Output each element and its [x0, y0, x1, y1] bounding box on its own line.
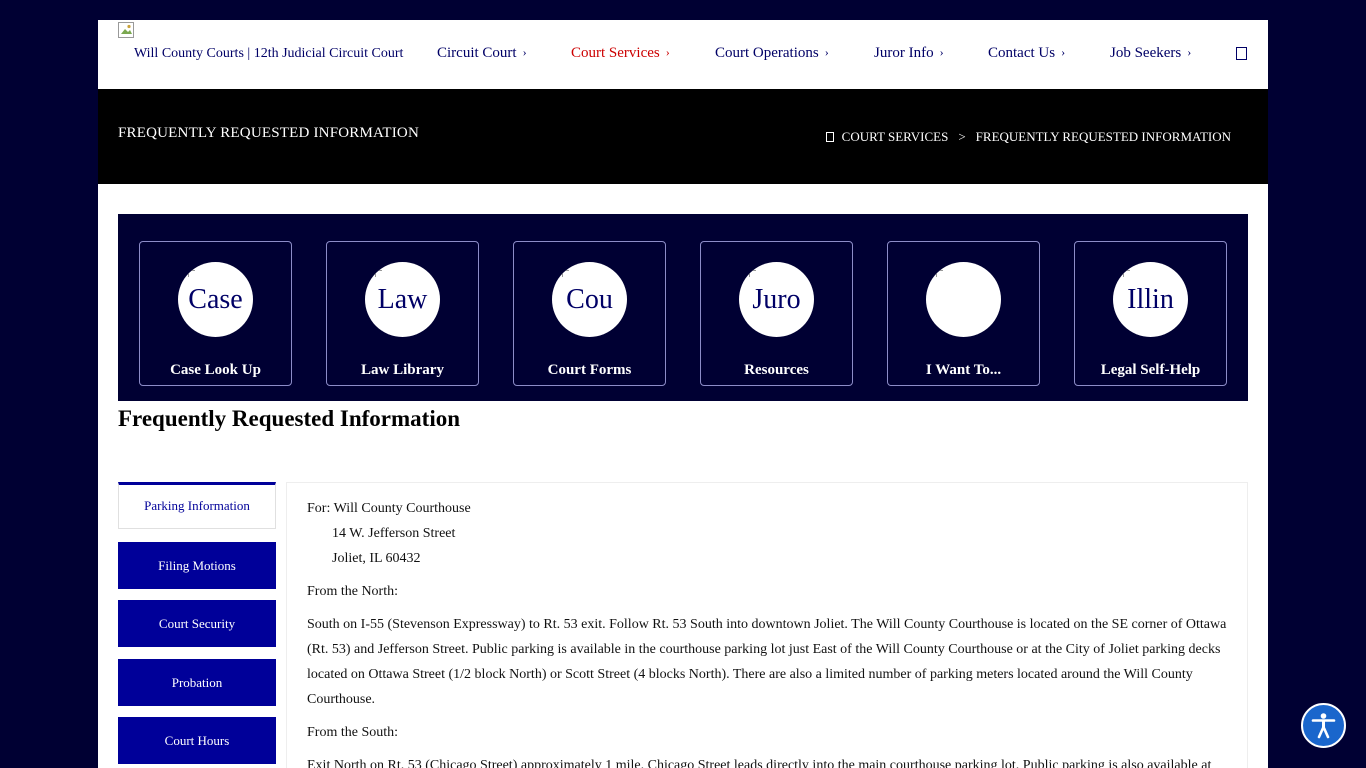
logo-image[interactable]	[118, 22, 134, 38]
legal-self-help-image: Illin	[1113, 262, 1188, 337]
tile-label: Legal Self-Help	[1100, 362, 1201, 378]
nav-juror-info[interactable]: Juror Info ›	[874, 45, 944, 62]
nav-label: Job Seekers	[1110, 45, 1182, 61]
image-alt-text: Juro	[752, 284, 801, 315]
site-title[interactable]: Will County Courts | 12th Judicial Circu…	[134, 46, 403, 62]
south-heading: From the South:	[307, 725, 399, 740]
chevron-right-icon: ›	[1061, 45, 1066, 59]
south-directions: Exit North on Rt. 53 (Chicago Street) ap…	[307, 758, 1212, 768]
chevron-right-icon: ›	[939, 45, 944, 59]
chevron-right-icon: ›	[522, 45, 527, 59]
nav-court-services[interactable]: Court Services ›	[571, 45, 670, 62]
tab-court-hours[interactable]: Court Hours	[118, 717, 276, 764]
image-alt-text	[926, 262, 1001, 337]
page: Will County Courts | 12th Judicial Circu…	[98, 20, 1268, 768]
tab-parking-information[interactable]: Parking Information	[118, 482, 276, 529]
tile-label: Law Library	[361, 362, 444, 378]
section-heading: Frequently Requested Information	[118, 406, 461, 431]
quick-links: Case Case Look Up Law Law Library Cou Co…	[118, 214, 1248, 401]
tile-label: Case Look Up	[170, 362, 261, 378]
nav-contact-us[interactable]: Contact Us ›	[988, 45, 1065, 62]
nav-label: Contact Us	[988, 45, 1056, 61]
tab-court-security[interactable]: Court Security	[118, 600, 276, 647]
tab-filing-motions[interactable]: Filing Motions	[118, 542, 276, 589]
courthouse-address: For: Will County Courthouse 14 W. Jeffer…	[307, 496, 1227, 571]
quick-link-case-look-up[interactable]: Case Case Look Up	[139, 241, 292, 386]
i-want-to-image	[926, 262, 1001, 337]
quick-link-court-forms[interactable]: Cou Court Forms	[513, 241, 666, 386]
accessibility-icon	[1311, 713, 1336, 739]
north-heading: From the North:	[307, 584, 398, 599]
quick-link-i-want-to[interactable]: I Want To...	[887, 241, 1040, 386]
page-banner: FREQUENTLY REQUESTED INFORMATION COURT S…	[98, 89, 1268, 184]
nav-label: Circuit Court	[437, 45, 517, 61]
nav-label: Court Operations	[715, 45, 819, 61]
breadcrumb-current: FREQUENTLY REQUESTED INFORMATION	[975, 129, 1231, 144]
address-line: For: Will County Courthouse	[307, 501, 471, 516]
accessibility-button[interactable]	[1301, 703, 1346, 748]
address-line: Joliet, IL 60432	[332, 551, 421, 566]
home-icon[interactable]	[825, 132, 834, 142]
image-alt-text: Cou	[566, 284, 613, 315]
main-nav: Will County Courts | 12th Judicial Circu…	[98, 20, 1268, 89]
nav-circuit-court[interactable]: Circuit Court ›	[437, 45, 527, 62]
tab-content-parking: For: Will County Courthouse 14 W. Jeffer…	[286, 482, 1248, 768]
north-directions: South on I-55 (Stevenson Expressway) to …	[307, 617, 1227, 707]
quick-link-resources[interactable]: Juro Resources	[700, 241, 853, 386]
quick-link-law-library[interactable]: Law Law Library	[326, 241, 479, 386]
tile-label: Court Forms	[547, 362, 632, 378]
nav-job-seekers[interactable]: Job Seekers ›	[1110, 45, 1191, 62]
image-alt-text: Case	[188, 284, 243, 315]
law-library-image: Law	[365, 262, 440, 337]
breadcrumb-court-services[interactable]: COURT SERVICES	[842, 129, 949, 144]
tile-label: I Want To...	[925, 362, 1002, 378]
nav-label: Juror Info	[874, 45, 934, 61]
nav-court-operations[interactable]: Court Operations ›	[715, 45, 829, 62]
image-alt-text: Law	[377, 284, 428, 315]
tile-label: Resources	[744, 362, 809, 378]
breadcrumb-separator: >	[958, 129, 966, 144]
case-look-up-image: Case	[178, 262, 253, 337]
chevron-right-icon: ›	[824, 45, 829, 59]
nav-label: Court Services	[571, 45, 660, 61]
breadcrumb: COURT SERVICES > FREQUENTLY REQUESTED INFO…	[825, 129, 1231, 145]
quick-link-legal-self-help[interactable]: Illin Legal Self-Help	[1074, 241, 1227, 386]
resources-image: Juro	[739, 262, 814, 337]
page-title: FREQUENTLY REQUESTED INFORMATION	[118, 125, 420, 141]
address-line: 14 W. Jefferson Street	[332, 526, 456, 541]
tab-probation[interactable]: Probation	[118, 659, 276, 706]
chevron-right-icon: ›	[665, 45, 670, 59]
image-alt-text: Illin	[1127, 284, 1174, 315]
search-icon[interactable]	[1236, 47, 1247, 60]
court-forms-image: Cou	[552, 262, 627, 337]
chevron-right-icon: ›	[1187, 45, 1192, 59]
